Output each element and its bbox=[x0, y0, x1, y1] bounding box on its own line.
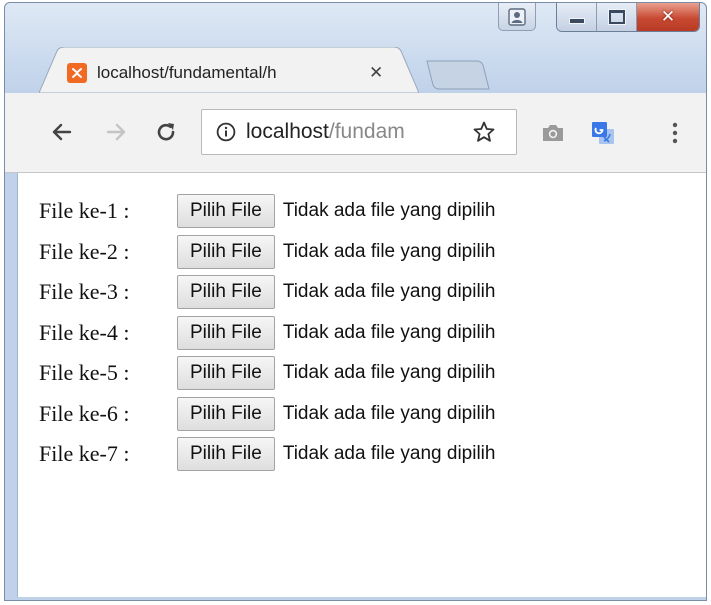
tab-title: localhost/fundamental/h bbox=[97, 63, 277, 82]
file-row: File ke-2 : Pilih File Tidak ada file ya… bbox=[39, 232, 495, 273]
arrow-left-icon bbox=[52, 123, 72, 141]
arrow-right-icon bbox=[106, 123, 126, 141]
close-window-button[interactable]: ✕ bbox=[637, 3, 699, 31]
browser-window: ✕ localhost/fundamental/h ✕ localhost/fu… bbox=[4, 2, 707, 601]
address-bar[interactable]: localhost/fundam bbox=[201, 109, 517, 155]
file-status: Tidak ada file yang dipilih bbox=[282, 402, 496, 424]
minimize-button[interactable] bbox=[557, 3, 597, 31]
file-label: File ke-1 : bbox=[39, 198, 130, 224]
minimize-icon bbox=[568, 18, 585, 24]
file-row: File ke-6 : Pilih File Tidak ada file ya… bbox=[39, 394, 495, 435]
translate-extension-button[interactable] bbox=[589, 119, 617, 147]
file-row: File ke-1 : Pilih File Tidak ada file ya… bbox=[39, 191, 495, 232]
choose-file-button[interactable]: Pilih File bbox=[177, 437, 275, 472]
choose-file-button[interactable]: Pilih File bbox=[177, 315, 275, 350]
url-path: /fundam bbox=[328, 120, 405, 143]
url-host: localhost bbox=[246, 120, 329, 143]
choose-file-button[interactable]: Pilih File bbox=[177, 194, 275, 229]
url-text: localhost/fundam bbox=[246, 120, 464, 144]
window-buttons: ✕ bbox=[556, 3, 700, 32]
reload-icon bbox=[157, 123, 175, 141]
menu-button[interactable] bbox=[661, 119, 689, 147]
file-label: File ke-5 : bbox=[39, 360, 130, 386]
choose-file-button[interactable]: Pilih File bbox=[177, 275, 275, 310]
file-label: File ke-6 : bbox=[39, 400, 130, 426]
toolbar: localhost/fundam bbox=[5, 93, 706, 173]
file-input-list: File ke-1 : Pilih File Tidak ada file ya… bbox=[39, 191, 495, 475]
back-button[interactable] bbox=[45, 115, 79, 149]
file-row: File ke-5 : Pilih File Tidak ada file ya… bbox=[39, 353, 495, 394]
info-icon[interactable] bbox=[216, 122, 236, 142]
forward-button[interactable] bbox=[99, 115, 133, 149]
choose-file-button[interactable]: Pilih File bbox=[177, 356, 275, 391]
camera-icon bbox=[543, 125, 563, 141]
new-tab-button[interactable] bbox=[425, 59, 491, 96]
translate-icon bbox=[592, 122, 614, 144]
close-icon: ✕ bbox=[660, 6, 676, 27]
file-label: File ke-3 : bbox=[39, 279, 130, 305]
maximize-icon bbox=[608, 10, 625, 24]
profile-button[interactable] bbox=[498, 3, 536, 31]
star-icon[interactable] bbox=[472, 120, 496, 144]
file-status: Tidak ada file yang dipilih bbox=[282, 443, 496, 465]
more-vertical-icon bbox=[672, 122, 678, 144]
file-row: File ke-3 : Pilih File Tidak ada file ya… bbox=[39, 272, 495, 313]
new-tab-icon bbox=[426, 60, 490, 90]
reload-button[interactable] bbox=[149, 115, 183, 149]
file-status: Tidak ada file yang dipilih bbox=[282, 362, 496, 384]
file-label: File ke-7 : bbox=[39, 441, 130, 467]
choose-file-button[interactable]: Pilih File bbox=[177, 396, 275, 431]
file-label: File ke-2 : bbox=[39, 238, 130, 264]
maximize-button[interactable] bbox=[597, 3, 637, 31]
page-content: File ke-1 : Pilih File Tidak ada file ya… bbox=[17, 173, 706, 597]
camera-extension-button[interactable] bbox=[539, 119, 567, 147]
tab-active[interactable]: localhost/fundamental/h ✕ bbox=[39, 47, 419, 93]
file-status: Tidak ada file yang dipilih bbox=[282, 200, 496, 222]
file-status: Tidak ada file yang dipilih bbox=[282, 281, 496, 303]
profile-icon bbox=[508, 7, 526, 26]
file-row: File ke-7 : Pilih File Tidak ada file ya… bbox=[39, 434, 495, 475]
file-label: File ke-4 : bbox=[39, 319, 130, 345]
file-status: Tidak ada file yang dipilih bbox=[282, 321, 496, 343]
file-status: Tidak ada file yang dipilih bbox=[282, 240, 496, 262]
choose-file-button[interactable]: Pilih File bbox=[177, 234, 275, 269]
file-row: File ke-4 : Pilih File Tidak ada file ya… bbox=[39, 313, 495, 354]
window-controls: ✕ bbox=[498, 3, 700, 33]
tab-close-icon[interactable]: ✕ bbox=[369, 64, 383, 82]
xampp-favicon-icon bbox=[67, 63, 87, 83]
